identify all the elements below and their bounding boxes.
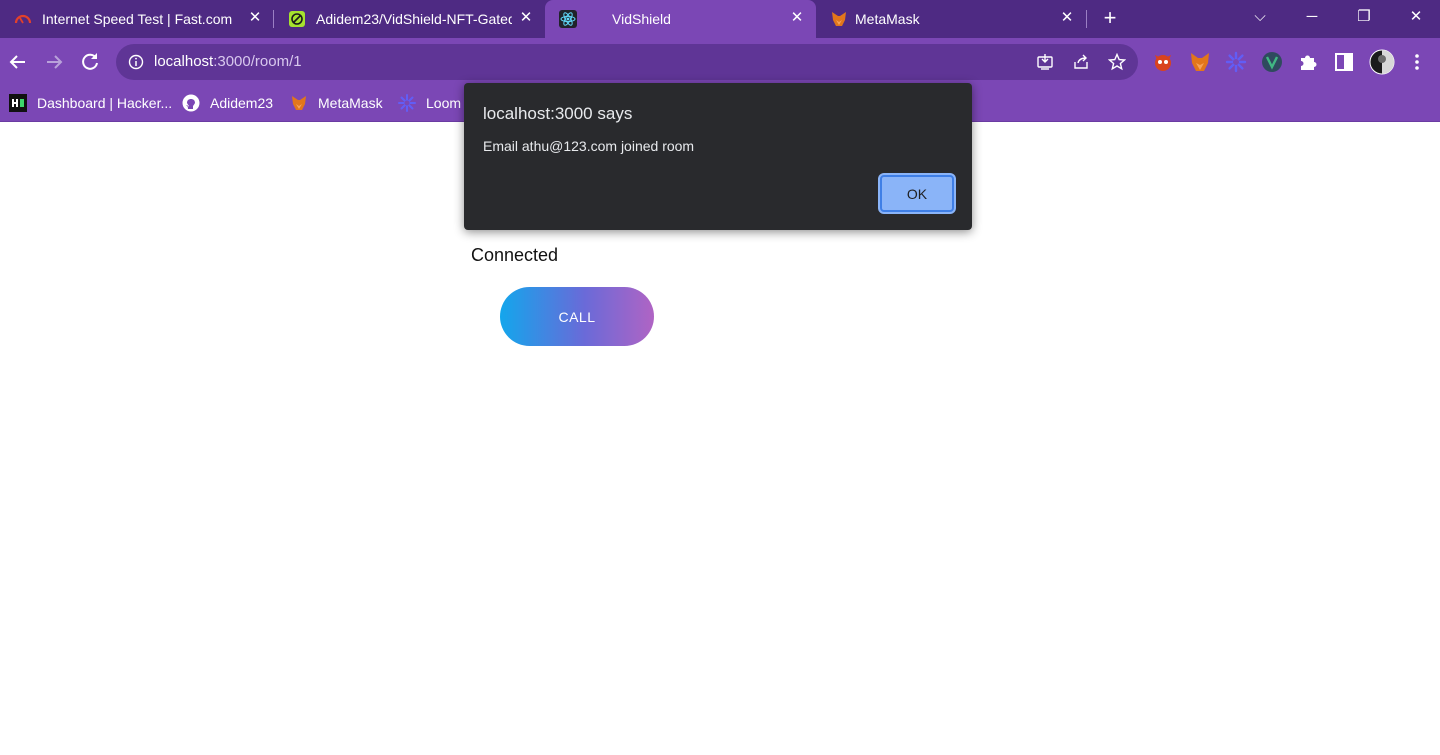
- side-panel-icon[interactable]: [1333, 51, 1355, 73]
- metamask-fox-icon: [832, 12, 846, 26]
- ok-button[interactable]: OK: [880, 175, 954, 212]
- loom-extension-icon[interactable]: [1225, 51, 1247, 73]
- restore-button[interactable]: ❐: [1351, 6, 1377, 28]
- bookmark-label: MetaMask: [318, 95, 383, 111]
- metamask-fox-icon: [292, 96, 306, 110]
- tab-label: Internet Speed Test | Fast.com: [42, 11, 233, 27]
- install-app-icon[interactable]: [1036, 53, 1054, 71]
- back-icon[interactable]: [6, 50, 30, 74]
- tab-label: VidShield: [612, 11, 671, 27]
- share-icon[interactable]: [1072, 53, 1090, 71]
- close-tab-icon[interactable]: ✕: [246, 9, 264, 27]
- react-icon: [559, 10, 577, 28]
- bookmark-metamask[interactable]: MetaMask: [290, 92, 383, 114]
- bookmark-star-icon[interactable]: [1108, 53, 1126, 71]
- browser-toolbar: localhost:3000/room/1: [0, 38, 1440, 86]
- tab-label: MetaMask: [855, 11, 920, 27]
- tab-label: Adidem23/VidShield-NFT-Gated-: [316, 11, 512, 27]
- close-tab-icon[interactable]: ✕: [788, 9, 806, 27]
- github-repo-icon: [289, 11, 305, 27]
- extensions-puzzle-icon[interactable]: [1297, 51, 1319, 73]
- metamask-extension-icon[interactable]: [1189, 51, 1211, 73]
- bookmark-loom[interactable]: Loom: [398, 92, 461, 114]
- bookmark-label: Dashboard | Hacker...: [37, 95, 173, 111]
- tab-strip: Internet Speed Test | Fast.com ✕ Adidem2…: [0, 0, 1440, 38]
- profile-avatar-icon[interactable]: [1369, 49, 1395, 75]
- forward-icon[interactable]: [42, 50, 66, 74]
- loom-icon: [398, 94, 416, 112]
- url-text[interactable]: localhost:3000/room/1: [154, 53, 302, 70]
- call-button[interactable]: CALL: [500, 287, 654, 346]
- tab-vidshield[interactable]: VidShield ✕: [545, 0, 816, 38]
- close-tab-icon[interactable]: ✕: [1058, 9, 1076, 27]
- tab-fast-com[interactable]: Internet Speed Test | Fast.com ✕: [0, 0, 272, 38]
- tab-search-icon[interactable]: ⌵: [1247, 6, 1273, 28]
- reload-icon[interactable]: [78, 50, 102, 74]
- address-bar[interactable]: localhost:3000/room/1: [116, 44, 1138, 80]
- bookmark-label: Loom: [426, 95, 462, 111]
- tab-vidshield-repo[interactable]: Adidem23/VidShield-NFT-Gated- ✕: [274, 0, 544, 38]
- tab-separator: [1086, 10, 1087, 28]
- connection-status: Connected: [471, 245, 559, 265]
- new-tab-button[interactable]: +: [1099, 7, 1121, 30]
- site-info-icon[interactable]: [128, 54, 144, 70]
- github-icon: [182, 94, 200, 112]
- bookmark-github[interactable]: Adidem23: [182, 92, 273, 114]
- dialog-message: Email athu@123.com joined room: [483, 138, 695, 154]
- close-tab-icon[interactable]: ✕: [517, 9, 535, 27]
- dialog-title: localhost:3000 says: [483, 104, 633, 123]
- speedometer-icon: [14, 14, 32, 24]
- alert-dialog: localhost:3000 says Email athu@123.com j…: [464, 83, 972, 230]
- tab-metamask[interactable]: MetaMask ✕: [816, 0, 1086, 38]
- url-path: :3000/room/1: [213, 53, 302, 70]
- more-menu-icon[interactable]: [1406, 51, 1428, 73]
- hackerearth-icon: [9, 94, 27, 112]
- red-panda-extension-icon[interactable]: [1152, 51, 1174, 73]
- window-close-button[interactable]: ✕: [1403, 6, 1429, 28]
- minimize-button[interactable]: ─: [1299, 6, 1325, 28]
- url-host: localhost: [154, 53, 214, 70]
- vue-devtools-icon[interactable]: [1261, 51, 1283, 73]
- bookmark-label: Adidem23: [210, 95, 274, 111]
- bookmark-hackerearth[interactable]: Dashboard | Hacker...: [9, 92, 172, 114]
